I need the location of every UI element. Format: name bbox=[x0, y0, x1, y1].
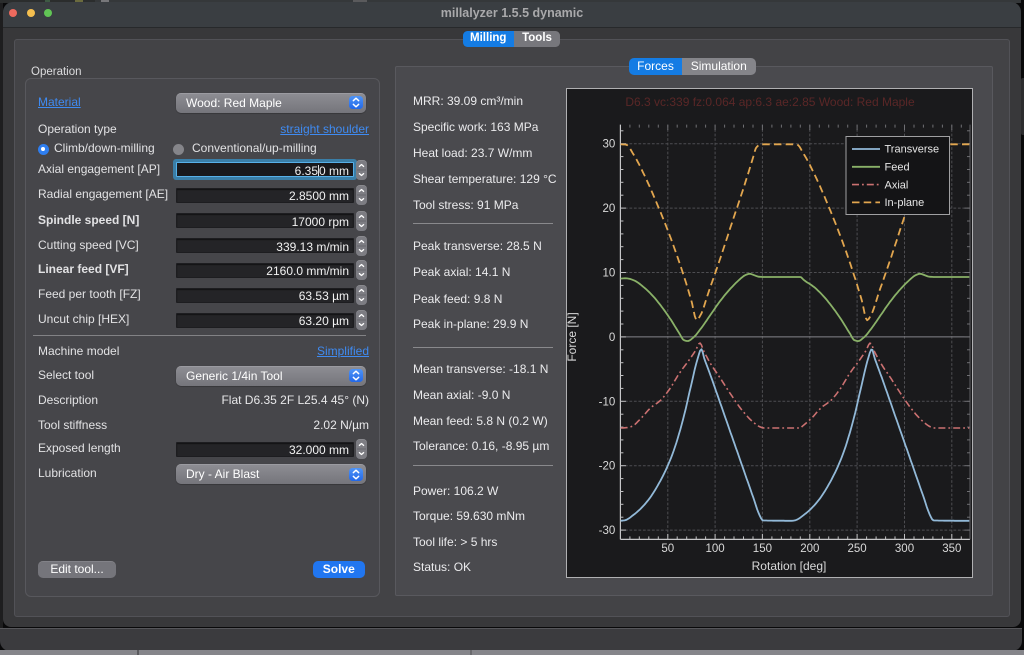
svg-text:Force [N]: Force [N] bbox=[567, 312, 579, 361]
svg-text:0: 0 bbox=[609, 332, 615, 344]
svg-text:10: 10 bbox=[603, 268, 616, 280]
svg-text:Feed: Feed bbox=[885, 162, 910, 174]
svg-text:Transverse: Transverse bbox=[885, 144, 940, 156]
svg-text:20: 20 bbox=[603, 203, 616, 215]
svg-text:50: 50 bbox=[661, 543, 674, 555]
svg-text:30: 30 bbox=[603, 139, 616, 151]
svg-text:250: 250 bbox=[848, 543, 867, 555]
svg-text:In-plane: In-plane bbox=[885, 197, 925, 209]
svg-text:-10: -10 bbox=[599, 396, 616, 408]
svg-text:Rotation [deg]: Rotation [deg] bbox=[752, 559, 827, 573]
svg-text:D6.3 vc:339 fz:0.064 ap:6.3 ae: D6.3 vc:339 fz:0.064 ap:6.3 ae:2.85 Wood… bbox=[625, 95, 915, 109]
svg-text:Axial: Axial bbox=[885, 179, 909, 191]
svg-text:-20: -20 bbox=[599, 461, 616, 473]
svg-text:200: 200 bbox=[800, 543, 819, 555]
svg-text:300: 300 bbox=[895, 543, 914, 555]
svg-text:100: 100 bbox=[706, 543, 725, 555]
svg-text:-30: -30 bbox=[599, 525, 616, 537]
svg-text:350: 350 bbox=[942, 543, 961, 555]
svg-text:150: 150 bbox=[753, 543, 772, 555]
